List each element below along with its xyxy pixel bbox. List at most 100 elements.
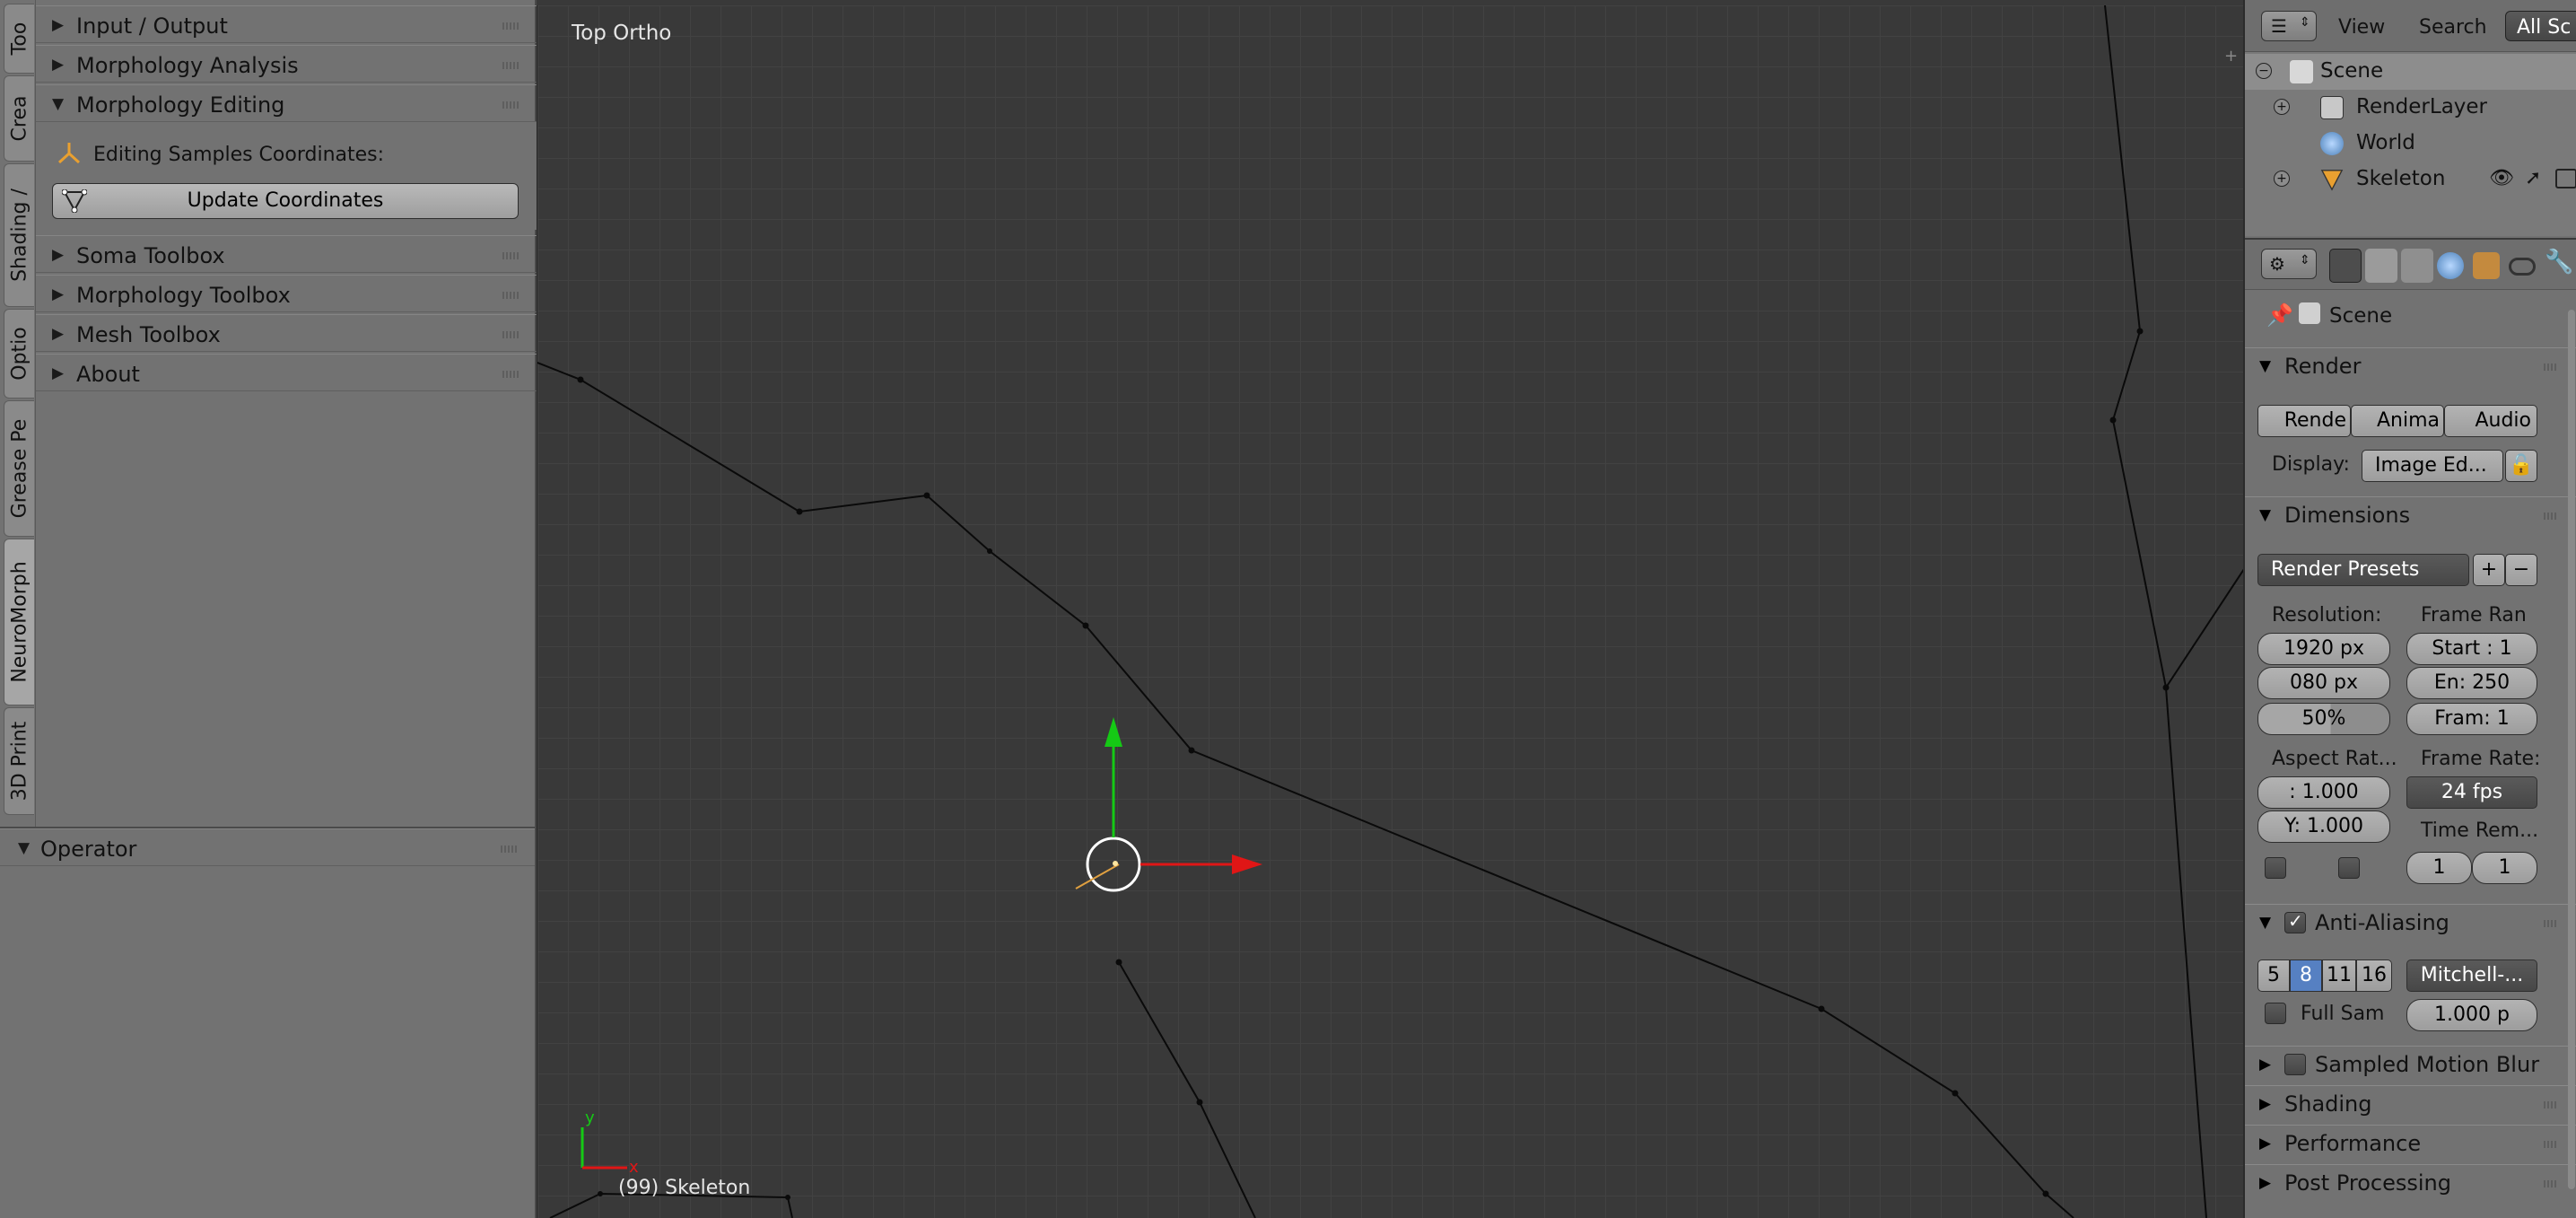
aa-samples-11[interactable]: 11 <box>2322 960 2356 992</box>
drag-grip-icon[interactable] <box>2544 1141 2558 1148</box>
properties-scrollbar[interactable] <box>2568 310 2575 1189</box>
panel-sampled-motion-blur[interactable]: ▶ Sampled Motion Blur <box>2245 1046 2576 1083</box>
update-coordinates-button[interactable]: Update Coordinates <box>52 183 519 219</box>
full-sample-checkbox[interactable] <box>2265 1003 2286 1024</box>
frame-start-field[interactable]: Start : 1 <box>2406 633 2537 665</box>
tab-grease-pencil[interactable]: Grease Pe <box>4 400 34 537</box>
outliner-header: ☰ ⇕ View Search All Sc <box>2245 0 2576 52</box>
resolution-y-field[interactable]: 080 px <box>2257 667 2390 699</box>
tab-shading[interactable]: Shading / <box>4 163 34 307</box>
modifiers-wrench-icon[interactable]: 🔧 <box>2545 249 2576 283</box>
drag-grip-icon[interactable] <box>502 292 519 299</box>
drag-grip-icon[interactable] <box>2544 1101 2558 1108</box>
panel-morphology-editing[interactable]: ▼ Morphology Editing <box>36 84 537 122</box>
drag-grip-icon[interactable] <box>502 371 519 378</box>
properties-context-label: Scene <box>2329 304 2393 328</box>
drag-grip-icon[interactable] <box>2544 1180 2558 1187</box>
outliner-item-world[interactable]: World <box>2245 126 2576 162</box>
tab-3d-print[interactable]: 3D Print <box>4 707 34 815</box>
render-presets-dropdown[interactable]: Render Presets <box>2257 554 2469 586</box>
resolution-x-field[interactable]: 1920 px <box>2257 633 2390 665</box>
render-layers-tab-icon[interactable] <box>2365 249 2397 283</box>
render-audio-label: Audio <box>2475 409 2531 432</box>
motion-blur-checkbox[interactable] <box>2284 1054 2306 1075</box>
display-mode-dropdown[interactable]: All Sc <box>2505 11 2576 41</box>
render-camera-icon[interactable] <box>2555 169 2576 188</box>
selectable-cursor-icon[interactable]: ➚ <box>2525 167 2541 189</box>
panel-shading[interactable]: ▶ Shading <box>2245 1085 2576 1123</box>
tab-options[interactable]: Optio <box>4 309 34 399</box>
aa-samples-11-label: 11 <box>2327 964 2352 986</box>
aa-samples-16[interactable]: 16 <box>2356 960 2392 992</box>
crop-checkbox[interactable] <box>2338 857 2360 879</box>
skeleton-sample-point <box>598 1191 603 1196</box>
object-tab-icon[interactable] <box>2473 252 2500 279</box>
outliner-item-skeleton[interactable]: + Skeleton 👁 ➚ <box>2245 162 2576 197</box>
frame-end-field[interactable]: En: 250 <box>2406 667 2537 699</box>
search-menu[interactable]: Search <box>2419 16 2487 47</box>
axis-x-label: x <box>629 1158 639 1177</box>
drag-grip-icon[interactable] <box>502 62 519 69</box>
panel-mesh-toolbox-label: Mesh Toolbox <box>76 322 221 347</box>
anti-aliasing-checkbox[interactable]: ✓ <box>2284 910 2306 933</box>
outliner[interactable]: − Scene + RenderLayer World + Skeleton 👁… <box>2245 52 2576 276</box>
aa-filter-dropdown[interactable]: Mitchell-... <box>2406 960 2537 992</box>
panel-morphology-analysis[interactable]: ▶ Morphology Analysis <box>36 45 537 83</box>
view-menu[interactable]: View <box>2338 16 2385 47</box>
world-tab-icon[interactable] <box>2437 252 2464 279</box>
time-remap-new-field[interactable]: 1 <box>2472 852 2537 884</box>
panel-morphology-toolbox[interactable]: ▶ Morphology Toolbox <box>36 275 537 312</box>
drag-grip-icon[interactable] <box>502 331 519 338</box>
frame-step-field[interactable]: Fram: 1 <box>2406 703 2537 735</box>
panel-mesh-toolbox[interactable]: ▶ Mesh Toolbox <box>36 314 537 352</box>
render-animation-button[interactable]: Anima <box>2351 405 2444 437</box>
resolution-percentage-slider[interactable]: 50% <box>2257 703 2390 735</box>
panel-anti-aliasing[interactable]: ▼ ✓ Anti-Aliasing <box>2245 904 2576 942</box>
expand-icon[interactable]: + <box>2274 99 2290 115</box>
outliner-item-renderlayer[interactable]: + RenderLayer <box>2245 90 2576 126</box>
border-checkbox[interactable] <box>2265 857 2286 879</box>
drag-grip-icon[interactable] <box>502 22 519 30</box>
drag-grip-icon[interactable] <box>2544 920 2558 927</box>
panel-soma-toolbox[interactable]: ▶ Soma Toolbox <box>36 235 537 273</box>
collapse-icon[interactable]: − <box>2256 63 2272 79</box>
tab-tools[interactable]: Too <box>4 4 34 74</box>
aa-samples-5[interactable]: 5 <box>2257 960 2290 992</box>
lock-interface-icon[interactable]: 🔓 <box>2505 450 2537 482</box>
render-tab-camera-icon[interactable] <box>2329 249 2362 283</box>
drag-grip-icon[interactable] <box>502 101 519 109</box>
drag-grip-icon[interactable] <box>502 252 519 259</box>
aspect-y-field[interactable]: Y: 1.000 <box>2257 811 2390 843</box>
tab-neuromorph[interactable]: NeuroMorph <box>4 539 34 705</box>
panel-render[interactable]: ▼ Render <box>2245 347 2576 385</box>
scene-tab-icon[interactable] <box>2401 249 2433 283</box>
pin-icon[interactable]: 📌 <box>2266 302 2293 328</box>
panel-post-processing[interactable]: ▶ Post Processing <box>2245 1164 2576 1202</box>
3d-viewport[interactable]: y x + Top Ortho (99) Skeleton <box>537 5 2243 1218</box>
drag-grip-icon[interactable] <box>2544 364 2558 371</box>
display-dropdown[interactable]: Image Ed... <box>2362 450 2503 482</box>
editor-type-selector[interactable]: ⚙ ⇕ <box>2261 249 2317 279</box>
aa-filter-size-field[interactable]: 1.000 p <box>2406 999 2537 1031</box>
panel-input-output[interactable]: ▶ Input / Output <box>36 5 537 43</box>
render-still-button[interactable]: Rende <box>2257 405 2351 437</box>
drag-grip-icon[interactable] <box>2544 513 2558 520</box>
panel-operator[interactable]: ▼ Operator <box>0 828 535 866</box>
panel-about[interactable]: ▶ About <box>36 354 537 391</box>
remove-preset-icon[interactable]: − <box>2505 554 2537 586</box>
frame-rate-dropdown[interactable]: 24 fps <box>2406 776 2537 809</box>
drag-grip-icon[interactable] <box>501 846 517 853</box>
outliner-item-scene[interactable]: − Scene <box>2245 54 2576 90</box>
add-preset-icon[interactable]: + <box>2473 554 2505 586</box>
render-audio-button[interactable]: Audio <box>2444 405 2537 437</box>
visibility-eye-icon[interactable]: 👁 <box>2489 167 2514 189</box>
editor-type-selector[interactable]: ☰ ⇕ <box>2261 11 2317 41</box>
aspect-x-field[interactable]: : 1.000 <box>2257 776 2390 809</box>
expand-icon[interactable]: + <box>2274 171 2290 187</box>
aa-samples-8[interactable]: 8 <box>2290 960 2322 992</box>
tab-create[interactable]: Crea <box>4 75 34 162</box>
panel-dimensions[interactable]: ▼ Dimensions <box>2245 496 2576 534</box>
time-remap-old-field[interactable]: 1 <box>2406 852 2472 884</box>
panel-performance[interactable]: ▶ Performance <box>2245 1125 2576 1162</box>
constraints-link-icon[interactable] <box>2509 258 2536 276</box>
